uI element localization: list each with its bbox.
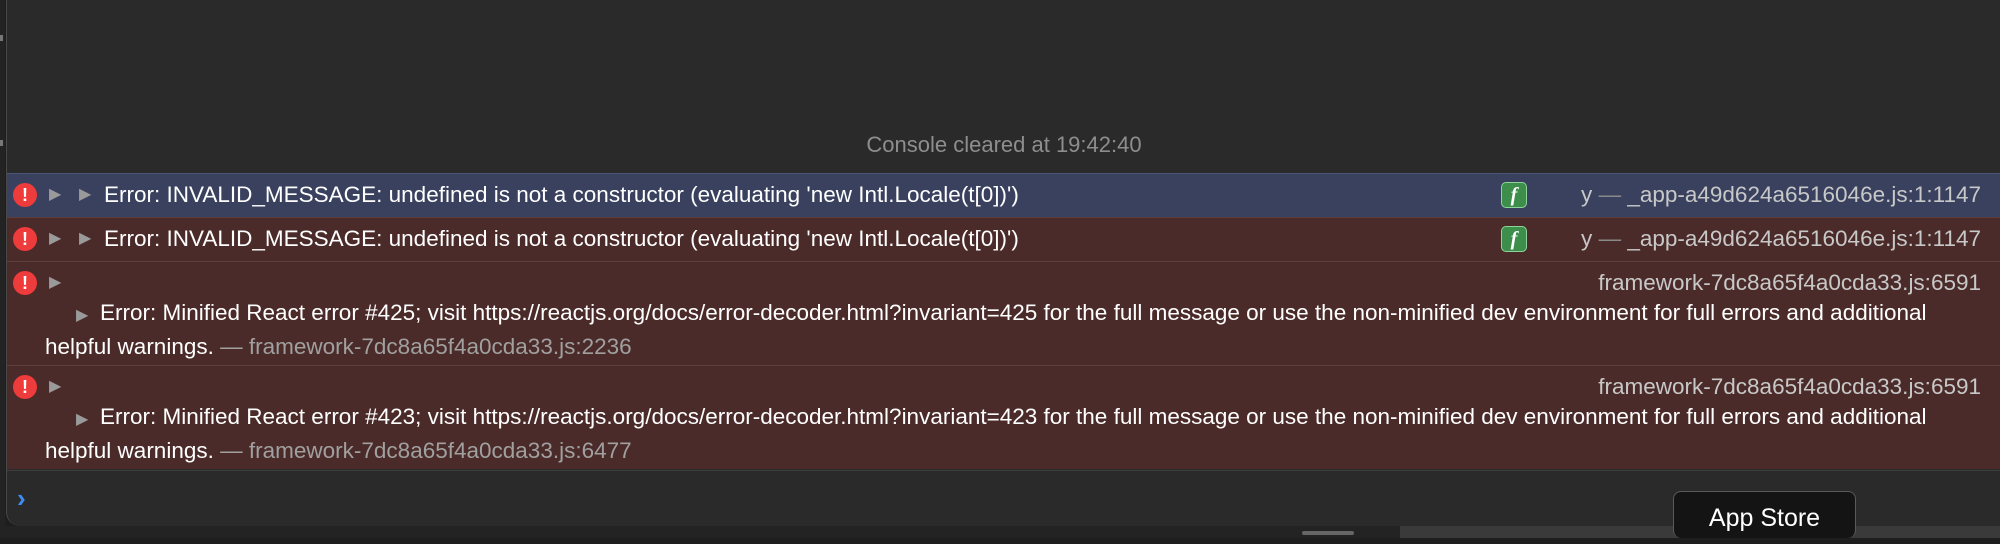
error-icon: ! — [13, 375, 37, 399]
expand-triangle-icon[interactable]: ▶ — [76, 405, 100, 436]
source-location[interactable]: y — _app-a49d624a6516046e.js:1:1147 — [1581, 180, 1981, 210]
console-message-row[interactable]: ! ▶ framework-7dc8a65f4a0cda33.js:6591 ▶… — [7, 261, 2000, 365]
console-message-row[interactable]: ! ▶ ▶ Error: INVALID_MESSAGE: undefined … — [7, 173, 2000, 217]
prompt-chevron-icon: › — [17, 483, 26, 513]
dock-tooltip: App Store — [1673, 491, 1856, 538]
source-location[interactable]: y — _app-a49d624a6516046e.js:1:1147 — [1581, 224, 1981, 254]
console-message-row[interactable]: ! ▶ framework-7dc8a65f4a0cda33.js:6591 ▶… — [7, 365, 2000, 469]
error-message-text: Error: INVALID_MESSAGE: undefined is not… — [104, 226, 1019, 251]
error-icon: ! — [13, 227, 37, 251]
expand-triangle-icon[interactable]: ▶ — [79, 185, 91, 205]
console-message-row[interactable]: ! ▶ ▶ Error: INVALID_MESSAGE: undefined … — [7, 217, 2000, 261]
function-icon: f — [1501, 182, 1527, 208]
source-link[interactable]: _app-a49d624a6516046e.js:1:1147 — [1627, 226, 1981, 251]
source-link[interactable]: framework-7dc8a65f4a0cda33.js:6591 — [1598, 268, 1981, 298]
separator: — — [220, 333, 243, 359]
error-message-block: ▶ Error: Minified React error #423; visit… — [45, 402, 1951, 466]
expand-triangle-icon[interactable]: ▶ — [76, 301, 100, 332]
source-link[interactable]: framework-7dc8a65f4a0cda33.js:6591 — [1598, 372, 1981, 402]
error-icon: ! — [13, 271, 37, 295]
expand-triangle-icon[interactable]: ▶ — [49, 185, 61, 205]
edge-mark — [0, 35, 3, 41]
error-message-block: ▶ Error: Minified React error #425; visit… — [45, 298, 1951, 362]
error-icon: ! — [13, 183, 37, 207]
expand-triangle-icon[interactable]: ▶ — [79, 229, 91, 249]
resize-handle[interactable] — [1302, 531, 1354, 535]
function-name: y — [1581, 182, 1593, 207]
source-link[interactable]: framework-7dc8a65f4a0cda33.js:2236 — [249, 334, 632, 359]
error-message-text: Error: INVALID_MESSAGE: undefined is not… — [104, 182, 1019, 207]
separator: — — [1598, 226, 1622, 251]
source-link[interactable]: framework-7dc8a65f4a0cda33.js:6477 — [249, 438, 632, 463]
console-cleared-notice: Console cleared at 19:42:40 — [866, 132, 1142, 157]
source-link[interactable]: _app-a49d624a6516046e.js:1:1147 — [1627, 182, 1981, 207]
function-name: y — [1581, 226, 1593, 251]
edge-mark — [0, 140, 3, 146]
separator: — — [1598, 182, 1622, 207]
expand-triangle-icon[interactable]: ▶ — [49, 377, 61, 397]
bottom-bar — [0, 526, 1400, 538]
function-icon: f — [1501, 226, 1527, 252]
separator: — — [220, 437, 243, 463]
expand-triangle-icon[interactable]: ▶ — [49, 229, 61, 249]
expand-triangle-icon[interactable]: ▶ — [49, 273, 61, 293]
window-edge — [0, 0, 5, 538]
console-panel: Console cleared at 19:42:40 ! ▶ ▶ Error:… — [6, 0, 2000, 526]
